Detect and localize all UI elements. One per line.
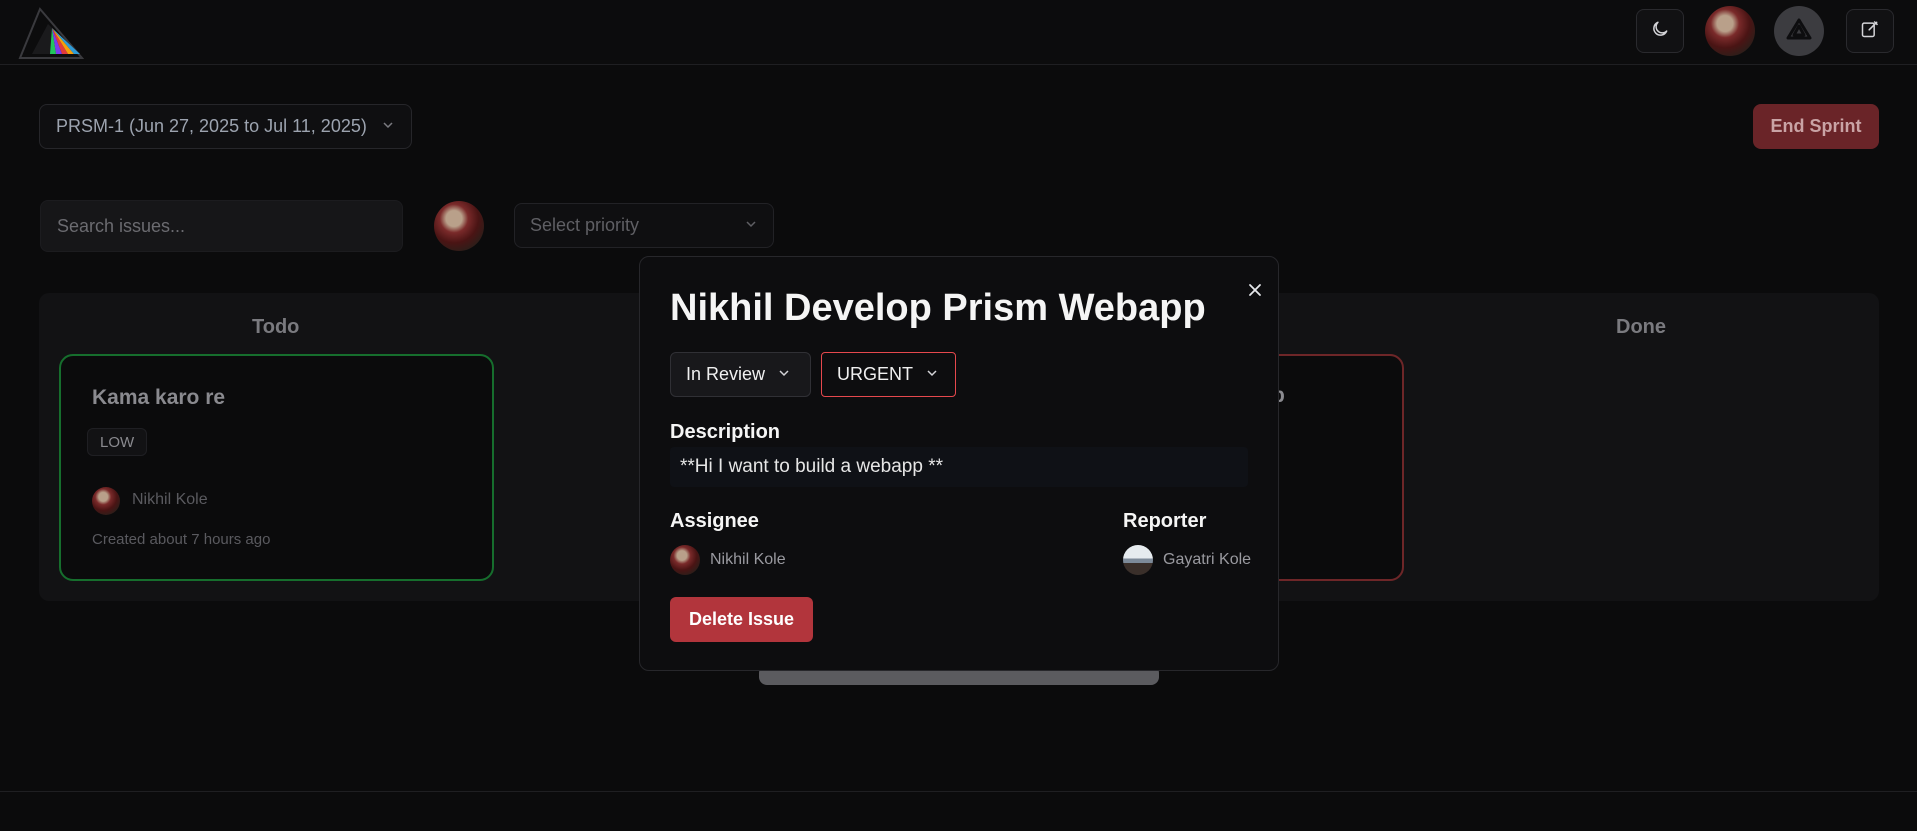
end-sprint-button[interactable]: End Sprint bbox=[1753, 104, 1879, 149]
column-title-done: Done bbox=[1616, 316, 1666, 338]
reporter-label: Reporter bbox=[1123, 510, 1207, 532]
priority-filter-select[interactable]: Select priority bbox=[514, 203, 774, 248]
prism-mark-icon bbox=[1786, 18, 1812, 45]
delete-issue-button[interactable]: Delete Issue bbox=[670, 597, 813, 642]
chevron-down-icon bbox=[381, 116, 395, 137]
issue-card-created: Created about 7 hours ago bbox=[92, 531, 271, 548]
priority-badge: LOW bbox=[87, 428, 148, 456]
assignee-avatar bbox=[92, 487, 120, 515]
reporter-avatar bbox=[1123, 545, 1153, 575]
footer-divider bbox=[0, 791, 1917, 792]
page: PRSM-1 (Jun 27, 2025 to Jul 11, 2025) En… bbox=[0, 0, 1917, 831]
create-issue-button[interactable] bbox=[1846, 9, 1894, 53]
close-button[interactable] bbox=[1240, 277, 1270, 307]
priority-select[interactable]: URGENT bbox=[821, 352, 956, 397]
assignee-avatar bbox=[670, 545, 700, 575]
chevron-down-icon bbox=[925, 364, 939, 385]
assignee-label: Assignee bbox=[670, 510, 759, 532]
chevron-down-icon bbox=[777, 364, 791, 385]
issue-card-title: Kama karo re bbox=[92, 386, 226, 409]
edit-icon bbox=[1860, 19, 1880, 44]
assignee-name: Nikhil Kole bbox=[710, 551, 786, 568]
status-select-value: In Review bbox=[686, 364, 766, 384]
search-input[interactable] bbox=[40, 200, 403, 252]
prism-logo[interactable] bbox=[18, 6, 85, 60]
user-avatar[interactable] bbox=[1705, 6, 1755, 56]
assignee-filter-avatar[interactable] bbox=[434, 201, 484, 251]
description-label: Description bbox=[670, 421, 781, 443]
priority-filter-placeholder: Select priority bbox=[530, 215, 640, 235]
reporter-name: Gayatri Kole bbox=[1163, 551, 1252, 568]
theme-toggle-button[interactable] bbox=[1636, 9, 1684, 53]
reporter-person[interactable]: Gayatri Kole bbox=[1123, 545, 1251, 575]
issue-detail-dialog: Nikhil Develop Prism Webapp In Review UR… bbox=[639, 256, 1279, 671]
close-icon bbox=[1247, 282, 1263, 303]
description-text: **Hi I want to build a webapp ** bbox=[680, 456, 943, 477]
description-content[interactable]: **Hi I want to build a webapp ** bbox=[670, 447, 1248, 487]
sprint-select[interactable]: PRSM-1 (Jun 27, 2025 to Jul 11, 2025) bbox=[39, 104, 412, 149]
sprint-select-value: PRSM-1 (Jun 27, 2025 to Jul 11, 2025) bbox=[56, 116, 367, 136]
assignee-person[interactable]: Nikhil Kole bbox=[670, 545, 786, 575]
issue-card[interactable]: Kama karo re LOW Nikhil Kole Created abo… bbox=[59, 354, 494, 581]
priority-select-value: URGENT bbox=[837, 364, 913, 384]
column-title-todo: Todo bbox=[252, 316, 300, 338]
status-select[interactable]: In Review bbox=[670, 352, 811, 397]
chevron-down-icon bbox=[744, 215, 758, 236]
issue-card-assignee: Nikhil Kole bbox=[132, 491, 208, 508]
organization-avatar[interactable] bbox=[1774, 6, 1824, 56]
moon-icon bbox=[1650, 19, 1670, 44]
app-header bbox=[0, 0, 1917, 65]
issue-title: Nikhil Develop Prism Webapp bbox=[670, 287, 1206, 329]
